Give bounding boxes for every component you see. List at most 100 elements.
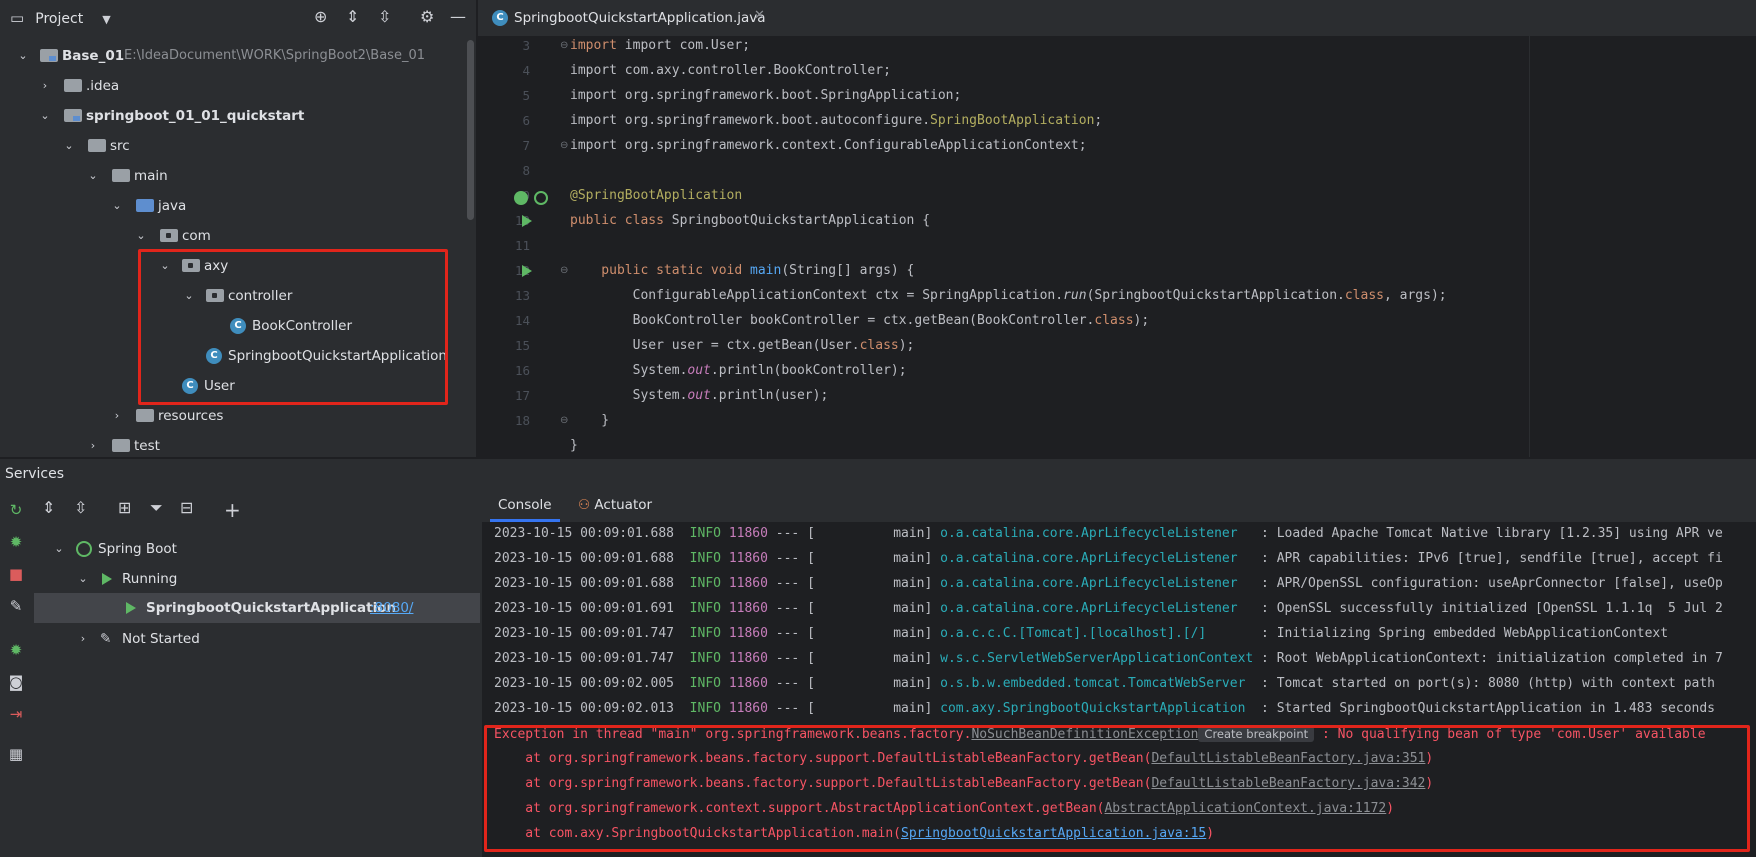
log-line[interactable]: 2023-10-15 00:09:01.688 INFO 11860 --- [… <box>494 551 1723 566</box>
code-text: class <box>1344 288 1384 303</box>
log-line[interactable]: 2023-10-15 00:09:01.747 INFO 11860 --- [… <box>494 626 1668 641</box>
code-text: main <box>750 263 782 278</box>
chevron-down-icon[interactable]: ⌄ <box>16 49 30 63</box>
tree-item-com[interactable]: ⌄ com <box>0 221 470 251</box>
tree-item-base01[interactable]: ⌄ Base_01 E:\IdeaDocument\WORK\SpringBoo… <box>0 41 470 71</box>
tree-label: com <box>182 228 211 244</box>
expand-all-icon[interactable]: ⇕ <box>346 7 359 26</box>
service-not-started[interactable]: › ✎ Not Started <box>34 624 480 654</box>
tree-item-main[interactable]: ⌄ main <box>0 161 470 191</box>
tree-item-java[interactable]: ⌄ java <box>0 191 470 221</box>
code-line-16[interactable]: System.out.println(bookController); <box>570 363 907 378</box>
code-text: import org.springframework.boot.SpringAp… <box>570 88 962 103</box>
code-text: .println(bookController); <box>710 363 907 378</box>
code-line-18[interactable]: } <box>570 413 609 428</box>
run-main-icon[interactable] <box>522 265 532 277</box>
collapse-all-icon[interactable]: ⇳ <box>378 7 391 26</box>
chevron-right-icon[interactable]: › <box>86 439 100 453</box>
camera-icon[interactable]: ◙ <box>6 672 26 692</box>
filter-icon[interactable]: ⏷ <box>150 498 163 518</box>
gear-icon[interactable]: ⚙ <box>420 7 434 26</box>
code-line-19[interactable]: } <box>570 438 578 457</box>
debug-icon[interactable]: ✹ <box>6 532 26 552</box>
code-line-17[interactable]: System.out.println(user); <box>570 388 829 403</box>
fold-icon[interactable]: ⊖ <box>560 40 568 51</box>
line-number: 5 <box>522 88 530 103</box>
chevron-down-icon[interactable]: ⌄ <box>62 139 76 153</box>
chevron-right-icon[interactable]: › <box>38 79 52 93</box>
chevron-down-icon[interactable]: ⌄ <box>38 109 52 123</box>
group-by-icon[interactable]: ⊞ <box>118 498 131 517</box>
service-spring-boot[interactable]: ⌄ Spring Boot <box>34 534 480 564</box>
log-line[interactable]: 2023-10-15 00:09:02.005 INFO 11860 --- [… <box>494 676 1715 691</box>
chevron-down-icon[interactable]: ⌄ <box>134 229 148 243</box>
code-text: import com.axy.controller.BookController… <box>570 63 891 78</box>
code-text: import org.springframework.context.Confi… <box>570 138 1087 153</box>
code-text: run <box>1063 288 1087 303</box>
log-line[interactable]: 2023-10-15 00:09:01.688 INFO 11860 --- [… <box>494 526 1723 541</box>
wrench-icon[interactable]: ✎ <box>6 596 26 616</box>
log-line[interactable]: 2023-10-15 00:09:01.691 INFO 11860 --- [… <box>494 601 1723 616</box>
code-line-15[interactable]: User user = ctx.getBean(User.class); <box>570 338 915 353</box>
code-line-12[interactable]: public static void main(String[] args) { <box>570 263 914 278</box>
close-icon[interactable]: ✕ <box>754 8 765 23</box>
chevron-down-icon[interactable]: ⌄ <box>110 199 124 213</box>
locate-icon[interactable]: ⊕ <box>314 7 327 26</box>
code-line-7[interactable]: import org.springframework.context.Confi… <box>570 138 1087 153</box>
code-line-9[interactable]: @SpringBootApplication <box>570 188 742 203</box>
tab-label: Console <box>498 497 552 513</box>
log-line[interactable]: 2023-10-15 00:09:01.688 INFO 11860 --- [… <box>494 576 1723 591</box>
expand-all-icon[interactable]: ⇕ <box>42 498 55 517</box>
code-text: out <box>687 363 711 378</box>
fold-icon[interactable]: ⊖ <box>560 415 568 426</box>
tree-item-test[interactable]: › test <box>0 431 470 457</box>
package-icon <box>160 229 178 242</box>
spring-boot-icon[interactable] <box>534 191 548 205</box>
service-app[interactable]: SpringbootQuickstartApplication :8080/ <box>34 593 480 623</box>
fold-icon[interactable]: ⊖ <box>560 265 568 276</box>
line-number: 8 <box>522 163 530 178</box>
log-line[interactable]: 2023-10-15 00:09:01.747 INFO 11860 --- [… <box>494 651 1723 666</box>
project-title[interactable]: Project <box>35 11 83 27</box>
code-text: class <box>1094 313 1134 328</box>
code-text: ConfigurableApplicationContext ctx = Spr… <box>570 288 1064 303</box>
code-line-4[interactable]: import com.axy.controller.BookController… <box>570 63 891 78</box>
code-text: System. <box>570 388 688 403</box>
chevron-right-icon[interactable]: › <box>76 632 90 646</box>
layout-icon[interactable]: ▦ <box>6 744 26 764</box>
debug-service-icon[interactable]: ✹ <box>6 640 26 660</box>
chevron-down-icon[interactable]: ▼ <box>102 13 110 26</box>
new-service-icon[interactable]: ⊟ <box>180 498 193 517</box>
code-line-3[interactable]: import import com.User; <box>570 38 750 53</box>
code-line-6[interactable]: import org.springframework.boot.autoconf… <box>570 113 1102 128</box>
chevron-down-icon[interactable]: ⌄ <box>76 572 90 586</box>
panel-divider[interactable] <box>0 457 1756 459</box>
code-line-13[interactable]: ConfigurableApplicationContext ctx = Spr… <box>570 288 1447 303</box>
code-text: (SpringbootQuickstartApplication. <box>1086 288 1345 303</box>
chevron-down-icon[interactable]: ⌄ <box>52 542 66 556</box>
rerun-icon[interactable]: ↻ <box>6 500 26 520</box>
tree-item-resources[interactable]: › resources <box>0 401 470 431</box>
tree-item-quickstart-module[interactable]: ⌄ springboot_01_01_quickstart <box>0 101 470 131</box>
chevron-down-icon[interactable]: ⌄ <box>86 169 100 183</box>
chevron-right-icon[interactable]: › <box>110 409 124 423</box>
service-running[interactable]: ⌄ Running <box>34 564 480 594</box>
tab-actuator[interactable]: ⚇ Actuator <box>578 490 652 522</box>
code-line-5[interactable]: import org.springframework.boot.SpringAp… <box>570 88 961 103</box>
tree-label: springboot_01_01_quickstart <box>86 108 305 124</box>
code-line-10[interactable]: public class SpringbootQuickstartApplica… <box>570 213 930 228</box>
stop-icon[interactable]: ■ <box>6 564 26 584</box>
tree-item-src[interactable]: ⌄ src <box>0 131 470 161</box>
spring-bean-icon[interactable] <box>514 191 528 205</box>
fold-icon[interactable]: ⊖ <box>560 140 568 151</box>
minimize-icon[interactable]: — <box>450 7 466 26</box>
tab-console[interactable]: Console <box>490 490 560 522</box>
tree-item-idea[interactable]: › .idea <box>0 71 470 101</box>
tree-label: .idea <box>86 78 120 94</box>
log-line[interactable]: 2023-10-15 00:09:02.013 INFO 11860 --- [… <box>494 701 1715 716</box>
port-link[interactable]: :8080/ <box>370 593 413 623</box>
code-line-14[interactable]: BookController bookController = ctx.getB… <box>570 313 1150 328</box>
collapse-all-icon[interactable]: ⇳ <box>74 498 87 517</box>
run-class-icon[interactable] <box>522 215 532 227</box>
exit-icon[interactable]: ⇥ <box>6 704 26 724</box>
